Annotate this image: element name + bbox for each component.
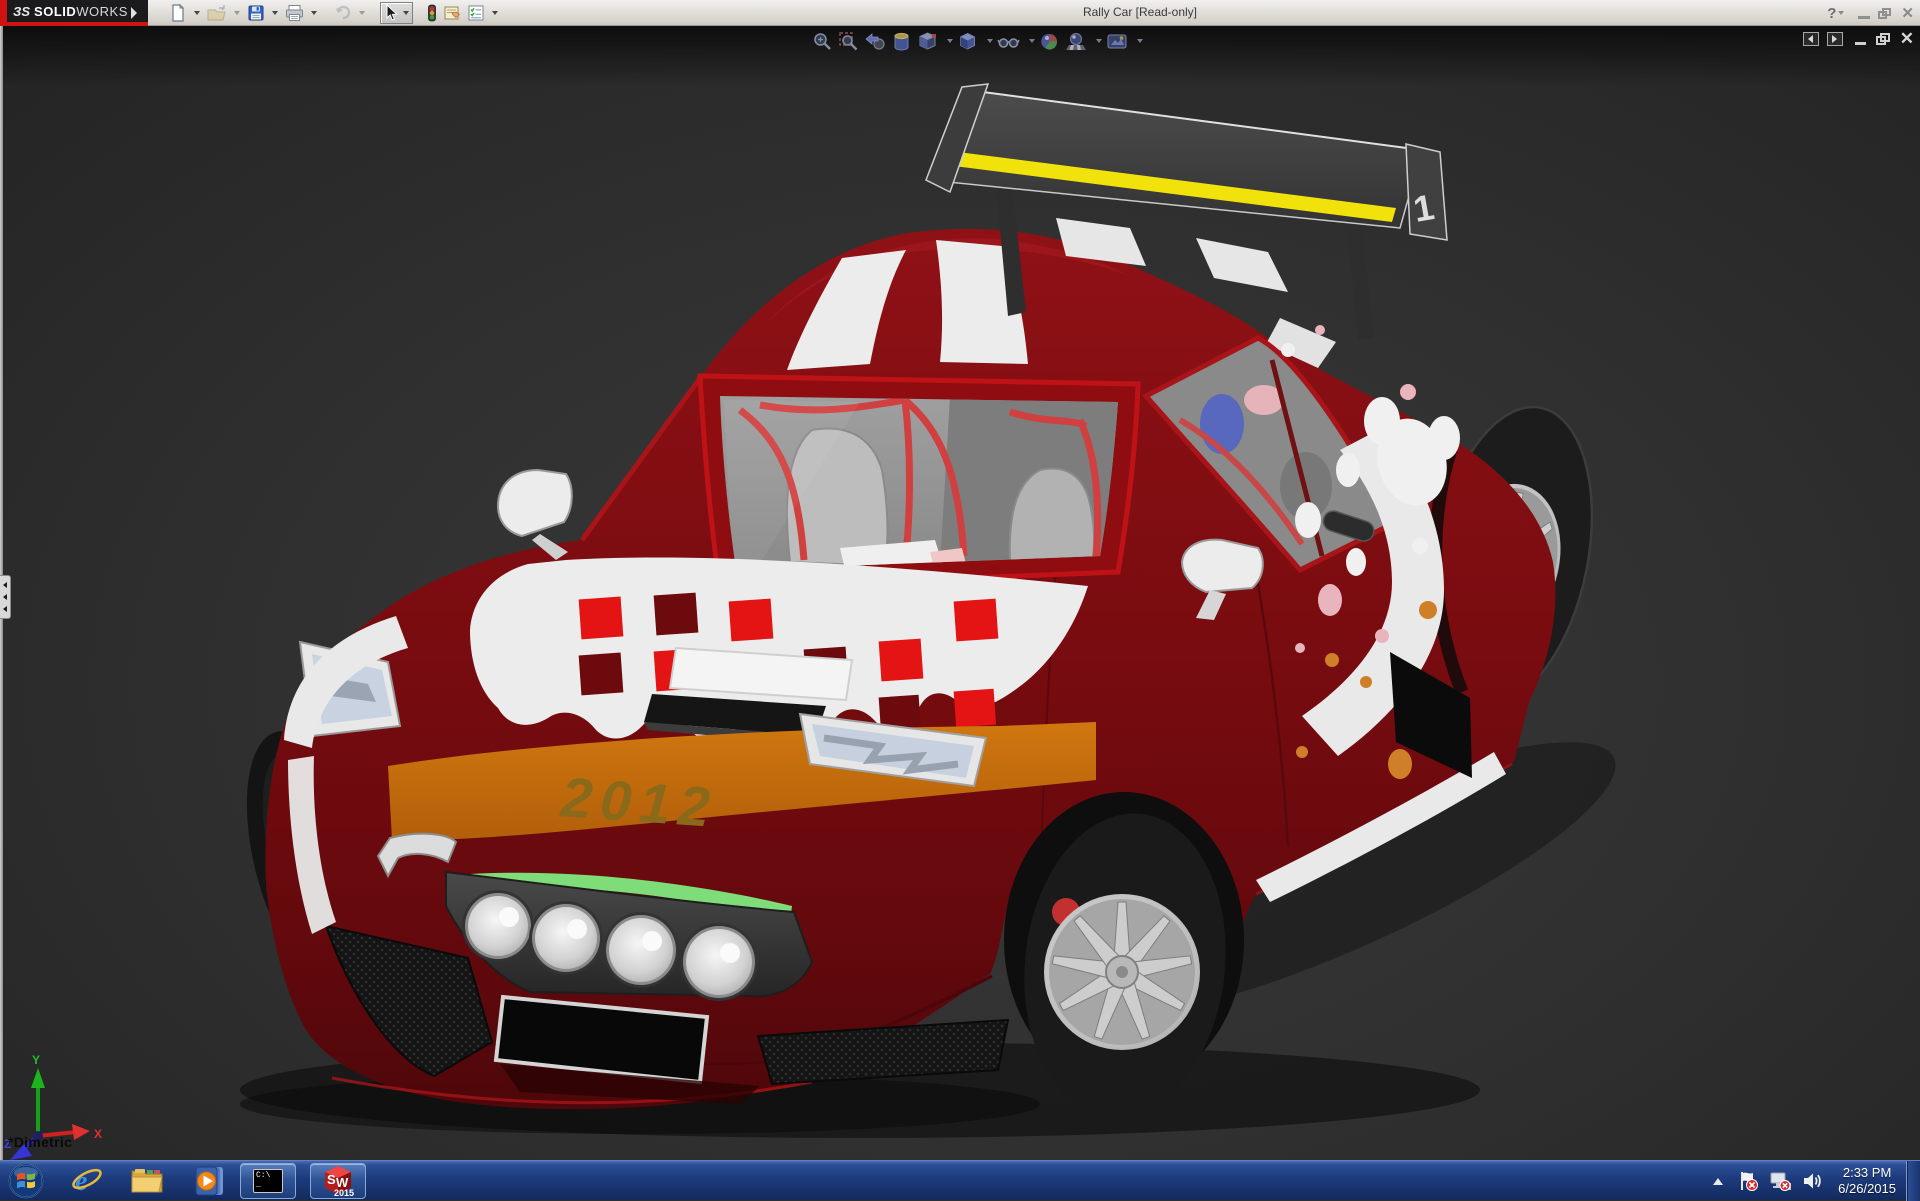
new-document-button[interactable] bbox=[168, 3, 188, 23]
help-dropdown-caret[interactable] bbox=[1838, 11, 1844, 15]
rally-car-model[interactable]: 2012 bbox=[0, 26, 1920, 1160]
solidworks-2015-icon: S W 2015 bbox=[321, 1164, 355, 1198]
graphics-area[interactable]: ✕ bbox=[0, 26, 1920, 1160]
triad-x-arrow bbox=[72, 1124, 90, 1140]
new-document-icon bbox=[169, 4, 187, 22]
internet-explorer-button[interactable]: e bbox=[70, 1164, 104, 1198]
open-dropdown-caret[interactable] bbox=[234, 11, 240, 15]
media-player-button[interactable] bbox=[192, 1164, 226, 1198]
open-button[interactable] bbox=[206, 3, 228, 23]
sw-year: 2015 bbox=[334, 1188, 354, 1198]
cmd-cursor: _ bbox=[256, 1180, 261, 1189]
save-button[interactable] bbox=[246, 3, 266, 23]
triad-x-label: X bbox=[94, 1127, 102, 1141]
svg-text:e: e bbox=[75, 1166, 87, 1197]
options-button[interactable] bbox=[466, 3, 486, 23]
solidworks-2015-button[interactable]: S W 2015 bbox=[310, 1163, 366, 1199]
show-desktop-button[interactable] bbox=[1906, 1161, 1920, 1201]
network-status-button[interactable] bbox=[1768, 1170, 1792, 1192]
network-icon bbox=[1768, 1170, 1792, 1192]
system-tray: 2:33 PM 6/26/2015 bbox=[1713, 1161, 1920, 1201]
minimize-icon[interactable] bbox=[1858, 16, 1870, 19]
save-icon bbox=[247, 4, 265, 22]
select-tool-button[interactable] bbox=[380, 2, 413, 24]
rebuild-button[interactable] bbox=[425, 3, 439, 23]
triad-y-label: Y bbox=[32, 1053, 40, 1067]
close-icon[interactable]: ✕ bbox=[1901, 6, 1914, 21]
command-prompt-icon: C:\ _ bbox=[253, 1169, 283, 1193]
file-properties-icon bbox=[443, 4, 462, 22]
action-center-button[interactable] bbox=[1737, 1170, 1759, 1192]
sw-letter-s: S bbox=[327, 1172, 336, 1187]
windows-start-icon bbox=[8, 1163, 44, 1199]
windows-taskbar: e C:\ _ bbox=[0, 1160, 1920, 1200]
window-controls: ? ✕ bbox=[1827, 0, 1916, 26]
print-icon bbox=[285, 4, 304, 22]
volume-button[interactable] bbox=[1801, 1170, 1823, 1192]
window-title: Rally Car [Read-only] bbox=[1020, 5, 1260, 19]
internet-explorer-icon: e bbox=[70, 1164, 104, 1198]
windows-explorer-button[interactable] bbox=[130, 1165, 166, 1197]
cmd-text: C:\ bbox=[256, 1171, 270, 1180]
print-dropdown-caret[interactable] bbox=[311, 11, 317, 15]
command-prompt-button[interactable]: C:\ _ bbox=[240, 1163, 296, 1199]
new-dropdown-caret[interactable] bbox=[194, 11, 200, 15]
ds-logo-mark: ЗS bbox=[13, 4, 30, 19]
folder-icon bbox=[130, 1165, 166, 1197]
save-dropdown-caret[interactable] bbox=[272, 11, 278, 15]
help-icon[interactable]: ? bbox=[1827, 5, 1836, 22]
title-bar: ЗS SOLIDWORKS bbox=[0, 0, 1920, 26]
select-cursor-icon bbox=[383, 4, 399, 22]
options-dropdown-caret[interactable] bbox=[492, 11, 498, 15]
print-button[interactable] bbox=[284, 3, 305, 23]
windshield bbox=[700, 376, 1138, 588]
media-player-icon bbox=[192, 1164, 226, 1198]
undo-button[interactable] bbox=[332, 3, 353, 23]
speaker-icon bbox=[1801, 1170, 1823, 1192]
livery-year-text: 2012 bbox=[558, 765, 720, 839]
clock-date: 6/26/2015 bbox=[1838, 1181, 1896, 1197]
traffic-light-icon bbox=[426, 4, 438, 22]
main-toolbar bbox=[168, 2, 504, 24]
start-button[interactable] bbox=[8, 1163, 44, 1199]
show-hidden-icons-button[interactable] bbox=[1713, 1178, 1723, 1185]
brand-bold: SOLID bbox=[34, 4, 76, 19]
select-dropdown-caret[interactable] bbox=[403, 11, 409, 15]
brand-light: WORKS bbox=[76, 4, 128, 19]
undo-icon bbox=[333, 4, 352, 22]
menu-flyout-arrow-icon[interactable] bbox=[131, 7, 137, 19]
undo-dropdown-caret[interactable] bbox=[359, 11, 365, 15]
file-properties-button[interactable] bbox=[442, 3, 463, 23]
action-center-flag-icon bbox=[1737, 1170, 1759, 1192]
taskbar-clock[interactable]: 2:33 PM 6/26/2015 bbox=[1838, 1165, 1896, 1197]
solidworks-logo: ЗS SOLIDWORKS bbox=[13, 4, 128, 19]
solidworks-menu[interactable]: ЗS SOLIDWORKS bbox=[0, 0, 148, 26]
triad-y-arrow bbox=[31, 1068, 45, 1088]
view-orientation-label: *Dimetric bbox=[8, 1134, 72, 1150]
options-icon bbox=[467, 4, 485, 22]
clock-time: 2:33 PM bbox=[1838, 1165, 1896, 1181]
open-folder-icon bbox=[207, 4, 227, 22]
restore-icon[interactable] bbox=[1878, 8, 1891, 19]
